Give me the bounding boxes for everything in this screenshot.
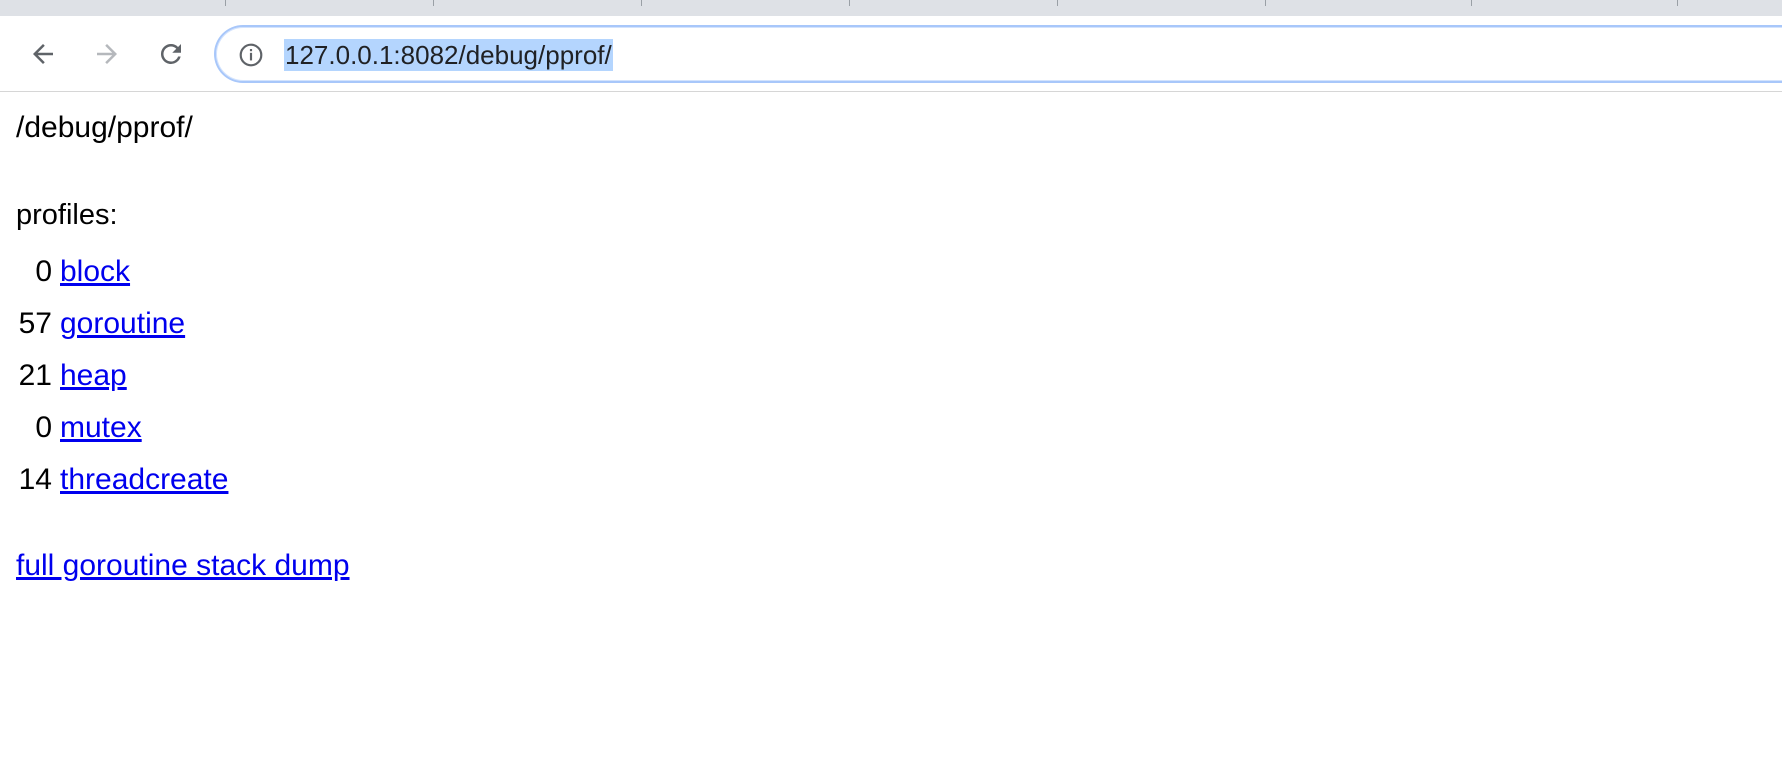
profile-row: 57 goroutine (16, 298, 228, 350)
reload-icon (156, 39, 186, 69)
profile-row: 0 mutex (16, 402, 228, 454)
profile-link-goroutine[interactable]: goroutine (60, 307, 185, 341)
tab-separator (1677, 0, 1678, 6)
tab-separator (433, 0, 434, 6)
address-bar[interactable]: 127.0.0.1:8082/debug/pprof/ (214, 25, 1782, 83)
tab-strip (0, 0, 1782, 16)
arrow-left-icon (28, 39, 58, 69)
profile-link-mutex[interactable]: mutex (60, 411, 142, 445)
tab-separator (1057, 0, 1058, 6)
page-title: /debug/pprof/ (16, 111, 193, 144)
back-button[interactable] (25, 36, 61, 72)
info-icon[interactable] (238, 42, 264, 68)
full-goroutine-stack-dump-link[interactable]: full goroutine stack dump (16, 549, 350, 582)
profile-link-block[interactable]: block (60, 255, 130, 289)
profile-row: 0 block (16, 246, 228, 298)
profile-count: 0 (35, 255, 52, 288)
browser-toolbar: 127.0.0.1:8082/debug/pprof/ (0, 16, 1782, 92)
tab-separator (225, 0, 226, 6)
tab-separator (1471, 0, 1472, 6)
profile-count: 14 (18, 463, 52, 496)
forward-button[interactable] (89, 36, 125, 72)
profile-count: 21 (18, 359, 52, 392)
profile-row: 21 heap (16, 350, 228, 402)
profiles-list: 0 block 57 goroutine 21 heap 0 mutex 14 … (16, 246, 229, 506)
url-text[interactable]: 127.0.0.1:8082/debug/pprof/ (284, 39, 613, 71)
profile-row: 14 threadcreate (16, 454, 229, 506)
profile-link-heap[interactable]: heap (60, 359, 127, 393)
profile-link-threadcreate[interactable]: threadcreate (60, 463, 228, 497)
profiles-label: profiles: (16, 199, 118, 231)
arrow-right-icon (92, 39, 122, 69)
tab-separator (641, 0, 642, 6)
tab-separator (1265, 0, 1266, 6)
tab-separator (849, 0, 850, 6)
profile-count: 0 (35, 411, 52, 444)
reload-button[interactable] (153, 36, 189, 72)
profile-count: 57 (18, 307, 52, 340)
